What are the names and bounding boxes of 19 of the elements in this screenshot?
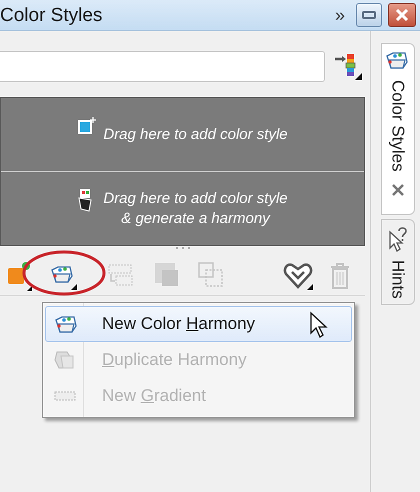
- side-tab[interactable]: Color Styles: [380, 43, 414, 215]
- help-pointer-icon: [386, 226, 408, 252]
- color-bar-icon: [333, 51, 363, 81]
- minimize-button[interactable]: [356, 3, 382, 27]
- tab-label: Hints: [387, 260, 408, 298]
- window-title: Color Styles: [0, 6, 104, 24]
- overflow-button[interactable]: »: [330, 6, 350, 24]
- cursor-icon: [309, 311, 329, 339]
- tab-label: Color Styles: [387, 80, 408, 172]
- resize-grip-icon: [174, 246, 190, 250]
- search-field[interactable]: [0, 50, 325, 82]
- color-swatch-icon: [77, 116, 98, 136]
- color-filter-button[interactable]: [333, 51, 363, 81]
- close-button[interactable]: [388, 3, 416, 27]
- menu-item[interactable]: New Color Harmony: [45, 306, 352, 342]
- side-tab[interactable]: Hints: [380, 218, 414, 306]
- close-icon: [395, 9, 409, 21]
- drop-hint: Drag here to add color style: [103, 124, 288, 144]
- drop-hint: Drag here to add color style & generate a harmony: [103, 188, 288, 228]
